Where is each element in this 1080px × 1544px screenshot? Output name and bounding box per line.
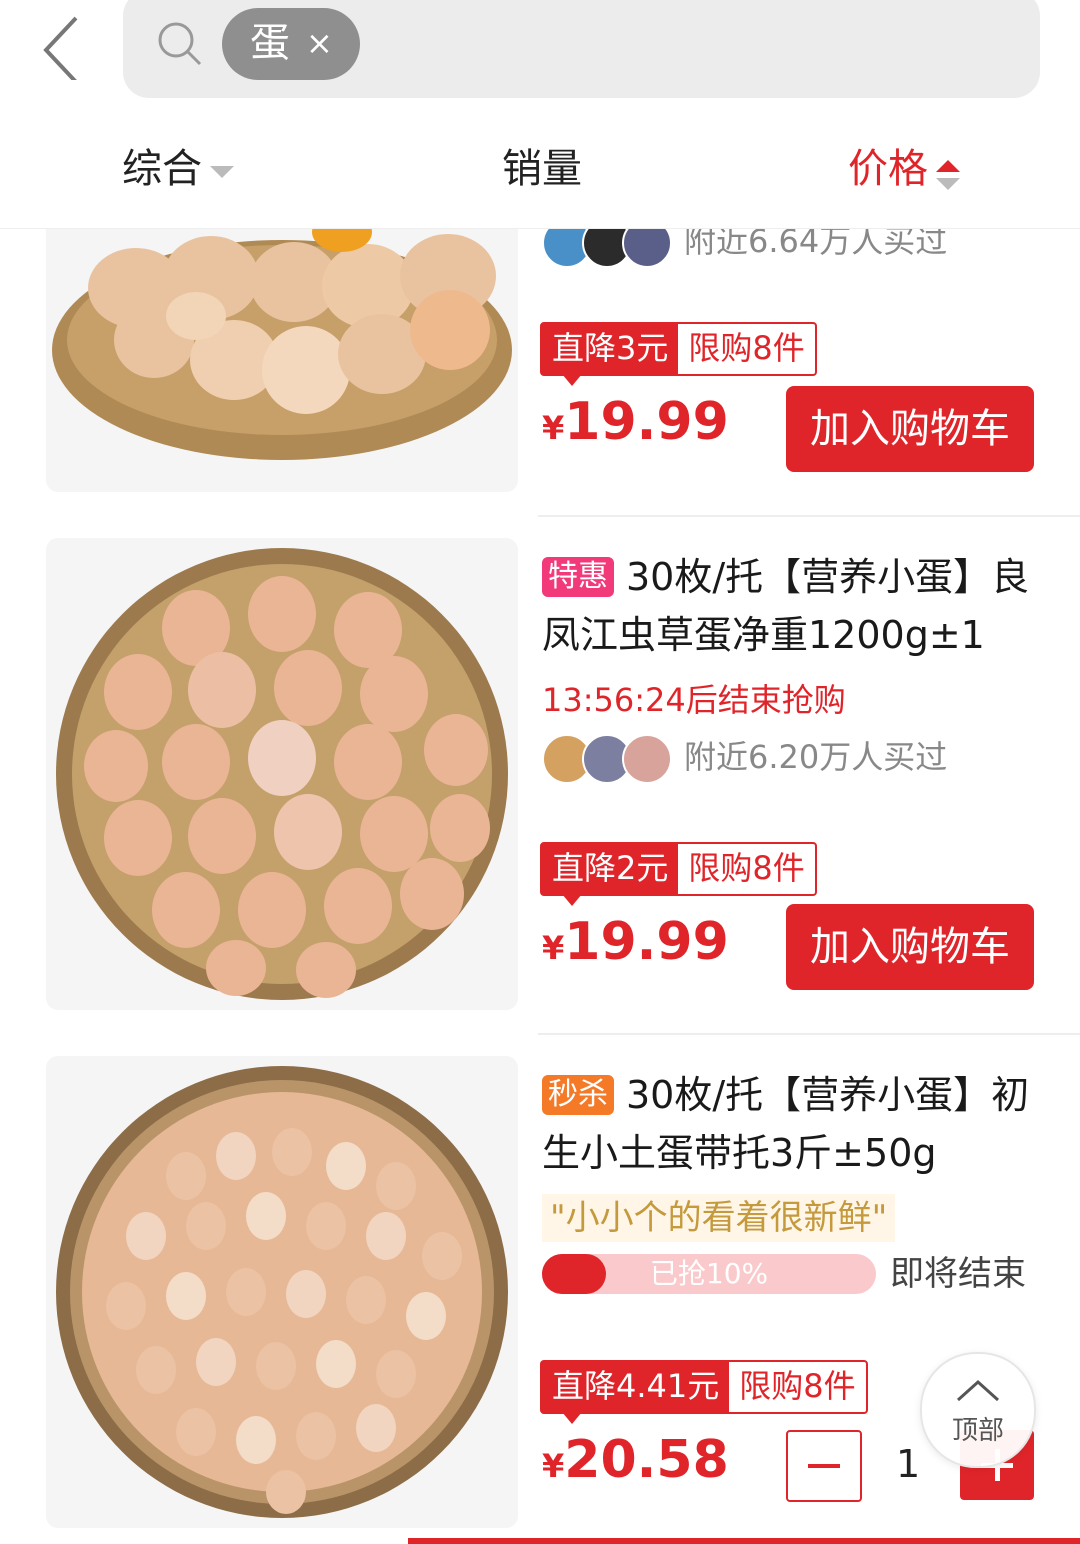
- back-arrow-icon[interactable]: [36, 10, 96, 80]
- add-to-cart-button[interactable]: 加入购物车: [786, 904, 1034, 990]
- divider: [538, 1033, 1080, 1035]
- back-to-top-label: 顶部: [951, 1416, 1004, 1446]
- sort-sales[interactable]: 销量: [502, 142, 582, 196]
- sold-progress-label: 已抢10%: [649, 1257, 769, 1290]
- product-image[interactable]: [46, 538, 518, 1010]
- price: ¥19.99: [542, 912, 729, 972]
- product-title: 30枚/托【营养小蛋】初生小土蛋带托3斤±50g: [542, 1073, 1030, 1175]
- top-bar: 蛋 ×: [0, 0, 1080, 110]
- purchase-limit-label: 限购8件: [688, 849, 805, 887]
- currency-symbol: ¥: [542, 1447, 565, 1485]
- product-title: 30枚/托【营养小蛋】良凤江虫草蛋净重1200g±1: [542, 555, 1030, 657]
- price-drop-label: 直降2元: [542, 844, 679, 894]
- sort-price[interactable]: 价格: [848, 142, 928, 196]
- price: ¥19.99: [542, 392, 729, 452]
- purchase-limit-label: 限购8件: [688, 329, 805, 367]
- product-title-block[interactable]: 秒杀 30枚/托【营养小蛋】初生小土蛋带托3斤±50g: [542, 1066, 1042, 1182]
- promo-pointer-icon: [562, 894, 582, 906]
- promo-pointer-icon: [562, 1412, 582, 1424]
- price-value: 20.58: [564, 1430, 729, 1490]
- currency-symbol: ¥: [542, 409, 565, 447]
- promo-badge: 直降3元 限购8件: [540, 322, 817, 386]
- sort-bar: 综合 销量 价格: [0, 110, 1080, 229]
- keyword-chip[interactable]: 蛋 ×: [222, 8, 360, 80]
- buyers-text: 附近6.20万人买过: [684, 738, 948, 776]
- product-title-block[interactable]: 特惠 30枚/托【营养小蛋】良凤江虫草蛋净重1200g±1: [542, 548, 1042, 664]
- promo-badge: 直降2元 限购8件: [540, 842, 817, 906]
- promo-badge: 直降4.41元 限购8件: [540, 1360, 868, 1424]
- egg-basket-image: [56, 1066, 508, 1518]
- special-offer-tag: 特惠: [542, 557, 614, 597]
- countdown-text: 13:56:24后结束抢购: [542, 681, 846, 719]
- sold-progress-bar: 已抢10%: [542, 1254, 876, 1294]
- divider: [538, 515, 1080, 517]
- search-icon: [158, 22, 202, 66]
- minus-icon: [808, 1464, 840, 1468]
- keyword-text: 蛋: [250, 20, 290, 66]
- back-to-top-button[interactable]: 顶部: [920, 1352, 1036, 1468]
- price-drop-label: 直降3元: [542, 324, 679, 374]
- flash-sale-tag: 秒杀: [542, 1075, 614, 1115]
- add-to-cart-button[interactable]: 加入购物车: [786, 386, 1034, 472]
- currency-symbol: ¥: [542, 929, 565, 967]
- caret-down-icon: [210, 166, 234, 178]
- quantity-decrease-button[interactable]: [786, 1430, 862, 1502]
- bottom-accent-line: [408, 1538, 1080, 1544]
- sort-asc-icon: [936, 160, 960, 172]
- purchase-limit-label: 限购8件: [739, 1367, 856, 1405]
- product-image[interactable]: [46, 1056, 518, 1528]
- quantity-value: 1: [896, 1442, 921, 1486]
- review-quote: "小小个的看着很新鲜": [542, 1194, 896, 1242]
- promo-pointer-icon: [562, 374, 582, 386]
- buyer-avatar: [622, 734, 672, 784]
- price: ¥20.58: [542, 1430, 729, 1490]
- price-value: 19.99: [564, 392, 729, 452]
- price-drop-label: 直降4.41元: [542, 1362, 730, 1412]
- sort-desc-icon: [936, 178, 960, 190]
- egg-basket-image: [56, 548, 508, 1000]
- chevron-up-icon: [956, 1379, 1000, 1402]
- ending-soon-text: 即将结束: [890, 1254, 1026, 1294]
- price-value: 19.99: [564, 912, 729, 972]
- clear-keyword-icon[interactable]: ×: [306, 23, 333, 63]
- sort-comprehensive[interactable]: 综合: [122, 142, 202, 196]
